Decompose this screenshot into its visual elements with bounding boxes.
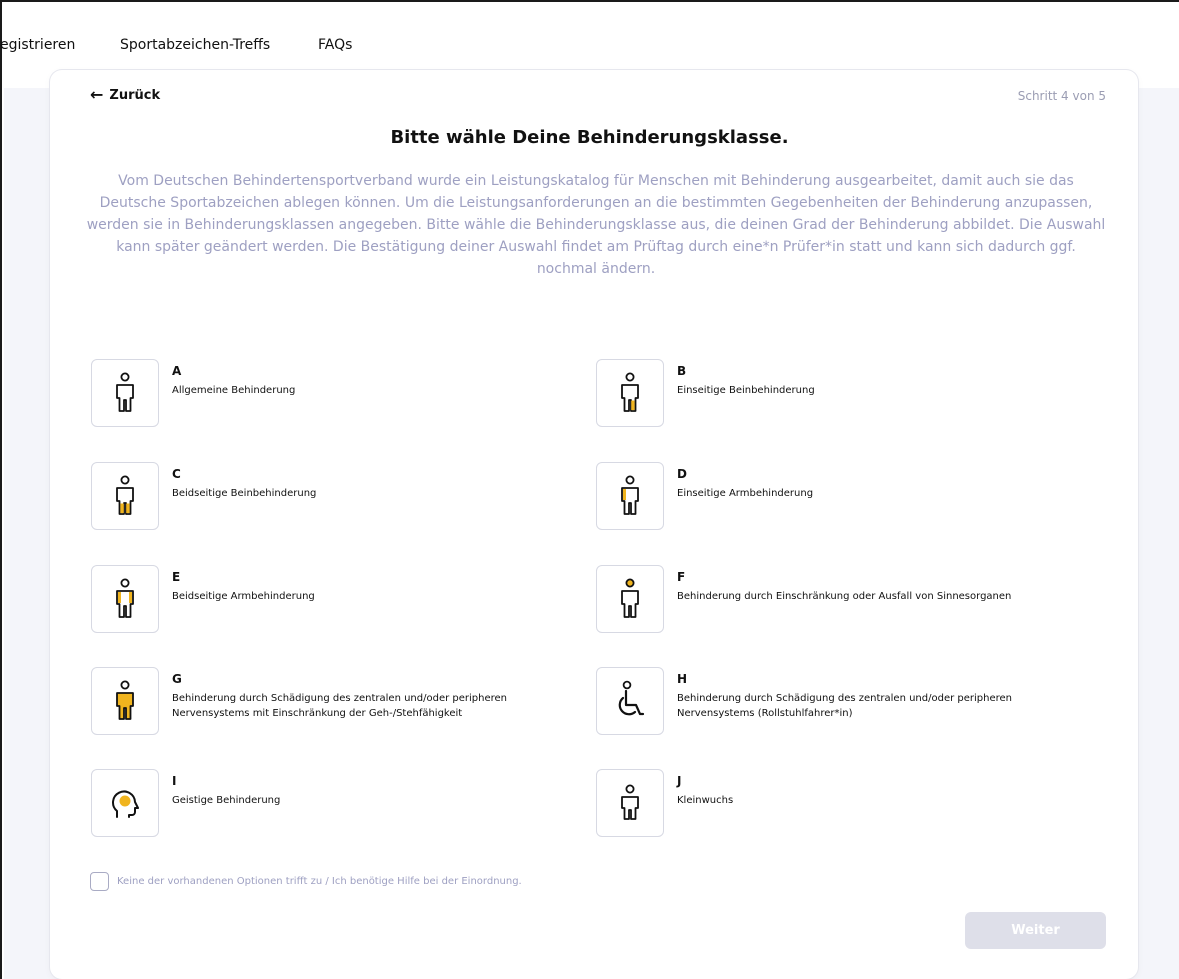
person-one-leg-icon <box>621 372 639 412</box>
option-label: Allgemeine Behinderung <box>172 385 296 396</box>
option-icon-box <box>596 667 664 735</box>
nav-link-registrieren[interactable]: egistrieren <box>0 37 75 53</box>
option-letter: B <box>677 364 687 378</box>
option-letter: C <box>172 467 181 481</box>
help-checkbox-label: Keine der vorhandenen Optionen trifft zu… <box>117 876 522 887</box>
option-d[interactable]: D Einseitige Armbehinderung <box>596 462 1076 532</box>
arrow-left-icon: ← <box>90 85 104 104</box>
option-icon-box <box>91 667 159 735</box>
option-icon-box <box>596 462 664 530</box>
page-title: Bitte wähle Deine Behinderungsklasse. <box>390 127 789 148</box>
option-label: Geistige Behinderung <box>172 795 281 806</box>
person-icon <box>116 372 134 412</box>
wheelchair-icon <box>618 680 645 716</box>
option-label: Behinderung durch Schädigung des zentral… <box>677 693 1013 719</box>
back-label: Zurück <box>109 87 161 103</box>
back-button[interactable]: ← Zurück <box>90 87 160 103</box>
help-checkbox-row[interactable]: Keine der vorhandenen Optionen trifft zu… <box>90 872 522 891</box>
person-one-arm-icon <box>621 475 639 515</box>
option-icon-box <box>596 565 664 633</box>
option-letter: D <box>677 467 687 481</box>
next-button-label: Weiter <box>1011 923 1060 938</box>
option-icon-box <box>91 462 159 530</box>
option-label: Beidseitige Beinbehinderung <box>172 488 317 499</box>
option-letter: G <box>172 672 182 686</box>
option-label: Behinderung durch Schädigung des zentral… <box>172 693 508 719</box>
person-both-arms-icon <box>116 578 134 618</box>
option-letter: E <box>172 570 181 584</box>
option-letter: F <box>677 570 686 584</box>
option-icon-box <box>91 359 159 427</box>
option-j[interactable]: J Kleinwuchs <box>596 769 1076 839</box>
option-f[interactable]: F Behinderung durch Einschränkung oder A… <box>596 565 1076 635</box>
nav-link-sportabzeichen-treffs[interactable]: Sportabzeichen-Treffs <box>120 37 270 53</box>
head-brain-icon <box>112 790 139 818</box>
person-head-icon <box>621 578 639 618</box>
option-i[interactable]: I Geistige Behinderung <box>91 769 571 839</box>
option-c[interactable]: C Beidseitige Beinbehinderung <box>91 462 571 532</box>
person-full-icon <box>116 680 134 720</box>
option-label: Einseitige Beinbehinderung <box>677 385 815 396</box>
help-checkbox[interactable] <box>90 872 109 891</box>
person-both-legs-icon <box>116 475 134 515</box>
step-indicator: Schritt 4 von 5 <box>1017 89 1106 103</box>
page-description: Vom Deutschen Behindertensportverband wu… <box>86 173 1106 277</box>
next-button[interactable]: Weiter <box>965 912 1106 949</box>
option-letter: I <box>172 774 177 788</box>
option-label: Kleinwuchs <box>677 795 734 806</box>
option-icon-box <box>596 769 664 837</box>
option-e[interactable]: E Beidseitige Armbehinderung <box>91 565 571 635</box>
option-label: Behinderung durch Einschränkung oder Aus… <box>677 591 1012 602</box>
option-label: Beidseitige Armbehinderung <box>172 591 315 602</box>
option-icon-box <box>596 359 664 427</box>
nav-link-faqs[interactable]: FAQs <box>318 37 352 53</box>
top-navigation: egistrieren Sportabzeichen-Treffs FAQs <box>0 0 1179 80</box>
option-letter: A <box>172 364 182 378</box>
option-b[interactable]: B Einseitige Beinbehinderung <box>596 359 1076 429</box>
option-h[interactable]: H Behinderung durch Schädigung des zentr… <box>596 667 1076 737</box>
option-icon-box <box>91 565 159 633</box>
option-icon-box <box>91 769 159 837</box>
option-label: Einseitige Armbehinderung <box>677 488 814 499</box>
option-g[interactable]: G Behinderung durch Schädigung des zentr… <box>91 667 571 737</box>
option-a[interactable]: A Allgemeine Behinderung <box>91 359 571 429</box>
option-letter: H <box>677 672 688 686</box>
person-short-icon <box>621 784 639 820</box>
option-letter: J <box>677 774 682 788</box>
